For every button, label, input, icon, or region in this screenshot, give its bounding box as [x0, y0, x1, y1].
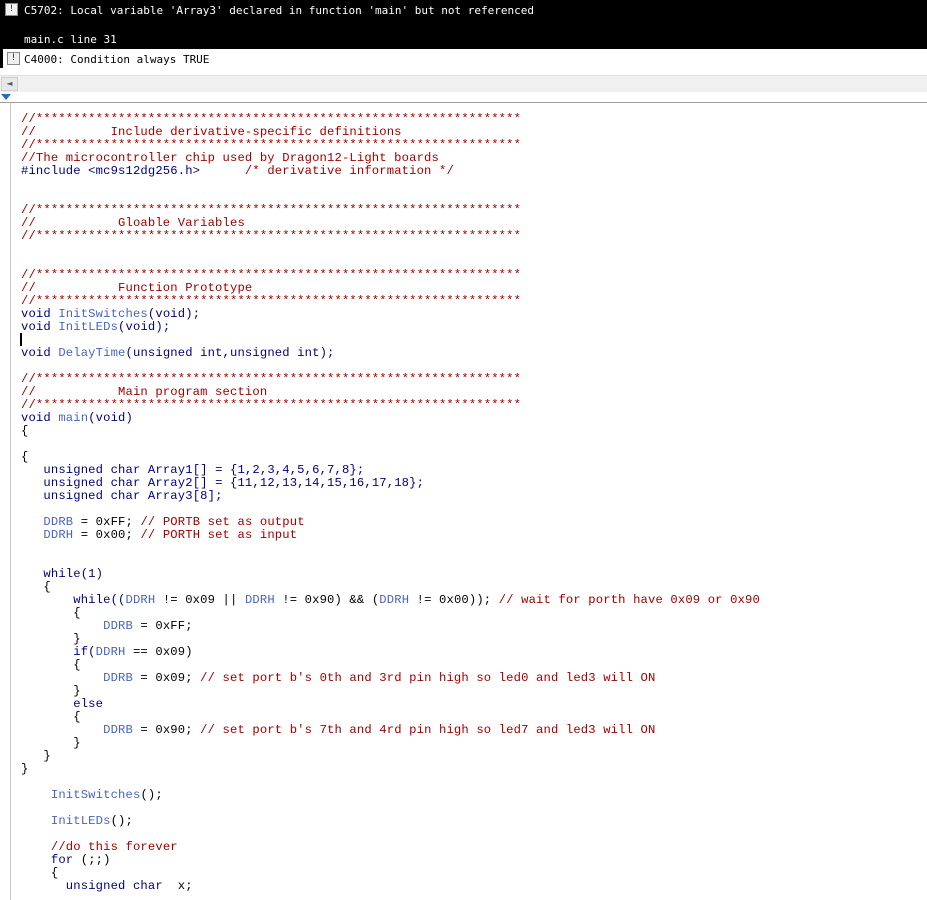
code-identifier: DDRB — [103, 671, 133, 685]
code-comment: //**************************************… — [21, 138, 522, 152]
code-text: } — [21, 736, 81, 750]
code-text: [] = {1,2,3,4,5,6,7,8}; — [192, 463, 365, 477]
code-text: != 0x09 || — [155, 593, 245, 607]
scroll-left-icon[interactable]: ◄ — [1, 77, 18, 91]
code-identifier: InitLEDs — [50, 814, 111, 828]
source-code[interactable]: //**************************************… — [21, 113, 760, 893]
collapse-arrow-icon[interactable] — [1, 94, 11, 100]
code-keyword: for — [50, 853, 74, 867]
code-comment: //do this forever — [50, 840, 178, 854]
code-text: (); — [140, 788, 163, 802]
code-keyword: while(1) — [21, 567, 104, 581]
code-comment: // Include derivative-specific definitio… — [21, 125, 402, 139]
code-comment: //**************************************… — [21, 203, 522, 217]
code-identifier: DDRB — [43, 515, 74, 529]
code-keyword: unsigned char — [21, 463, 141, 477]
code-text: = 0x09; — [132, 671, 201, 685]
code-text: { — [21, 424, 29, 438]
code-comment: //**************************************… — [21, 112, 522, 126]
code-comment: // PORTB set as output — [140, 515, 305, 529]
code-text: (void) — [88, 411, 133, 425]
code-keyword: void — [21, 307, 51, 321]
code-identifier: Array1 — [147, 463, 193, 477]
code-comment: /* derivative information */ — [200, 164, 454, 178]
pane-splitter[interactable] — [0, 92, 927, 103]
code-identifier: Array3 — [147, 489, 193, 503]
code-keyword: unsigned char — [65, 879, 163, 893]
code-text: (void); — [118, 320, 171, 334]
code-keyword: unsigned char — [21, 489, 141, 503]
code-identifier: InitLEDs — [58, 320, 119, 334]
error-message-row[interactable]: ! C5702: Local variable 'Array3' declare… — [0, 0, 927, 49]
code-identifier: DDRH — [125, 593, 156, 607]
code-text: { — [21, 580, 51, 594]
code-text: = 0x00; — [73, 528, 141, 542]
code-comment: // set port b's 0th and 3rd pin high so … — [200, 671, 656, 685]
code-keyword: else — [21, 697, 104, 711]
code-comment: //**************************************… — [21, 294, 522, 308]
code-identifier: DDRH — [95, 645, 126, 659]
code-text: { — [21, 606, 81, 620]
code-identifier: DDRH — [379, 593, 410, 607]
code-editor[interactable]: //**************************************… — [10, 103, 927, 900]
code-text: { — [21, 450, 29, 464]
code-identifier: InitSwitches — [58, 307, 148, 321]
code-text: } — [21, 684, 81, 698]
code-keyword: if( — [21, 645, 96, 659]
code-comment: //**************************************… — [21, 372, 522, 386]
code-identifier: DDRH — [43, 528, 74, 542]
code-identifier: Array2 — [147, 476, 193, 490]
code-keyword: void — [21, 411, 51, 425]
code-text: } — [21, 632, 81, 646]
code-comment: // wait for porth have 0x09 or 0x90 — [498, 593, 760, 607]
code-keyword: unsigned char — [21, 476, 141, 490]
message-text: C4000: Condition always TRUE — [24, 53, 210, 66]
code-identifier: InitSwitches — [50, 788, 141, 802]
code-comment: //**************************************… — [21, 398, 522, 412]
code-text: (unsigned int,unsigned int); — [125, 346, 335, 360]
code-text: == 0x09) — [125, 645, 193, 659]
code-comment: //The microcontroller chip used by Drago… — [21, 151, 439, 165]
code-text: { — [21, 710, 81, 724]
code-keyword: while(( — [21, 593, 126, 607]
code-text: x; — [162, 879, 193, 893]
code-comment: //**************************************… — [21, 268, 522, 282]
code-text: [] = {11,12,13,14,15,16,17,18}; — [192, 476, 425, 490]
message-text: C5702: Local variable 'Array3' declared … — [24, 4, 534, 17]
code-identifier: DDRB — [103, 723, 133, 737]
code-text: = 0xFF; — [132, 619, 193, 633]
code-keyword: void — [21, 346, 51, 360]
code-text: = 0x90; — [132, 723, 201, 737]
code-text: != 0x00)); — [409, 593, 499, 607]
code-identifier: main — [58, 411, 89, 425]
code-comment: // Function Prototype — [21, 281, 253, 295]
code-text: { — [50, 866, 59, 880]
warning-icon: ! — [5, 3, 18, 16]
code-text: { — [21, 658, 81, 672]
code-comment: // set port b's 7th and 4rd pin high so … — [200, 723, 656, 737]
code-text: (); — [110, 814, 133, 828]
code-keyword: void — [21, 320, 51, 334]
code-text: } — [21, 762, 29, 776]
code-text: != 0x90) && ( — [274, 593, 380, 607]
code-comment: // PORTH set as input — [140, 528, 298, 542]
code-text: (void); — [147, 307, 201, 321]
code-text: } — [21, 749, 51, 763]
code-identifier: DDRH — [244, 593, 275, 607]
error-message-row[interactable]: ! C4000: Condition always TRUE — [0, 49, 927, 68]
code-text: (;;) — [73, 853, 111, 867]
code-identifier: DDRB — [103, 619, 133, 633]
code-text: [8]; — [192, 489, 223, 503]
code-identifier: DelayTime — [58, 346, 126, 360]
warning-icon: ! — [7, 52, 20, 65]
code-comment: // Main program section — [21, 385, 268, 399]
include-directive: #include <mc9s12dg256.h> — [21, 164, 201, 178]
code-text: = 0xFF; — [73, 515, 141, 529]
message-location[interactable]: main.c line 31 — [24, 33, 117, 46]
horizontal-scrollbar[interactable]: ◄ — [0, 75, 927, 92]
code-comment: // Gloable Variables — [21, 216, 245, 230]
code-comment: //**************************************… — [21, 229, 522, 243]
